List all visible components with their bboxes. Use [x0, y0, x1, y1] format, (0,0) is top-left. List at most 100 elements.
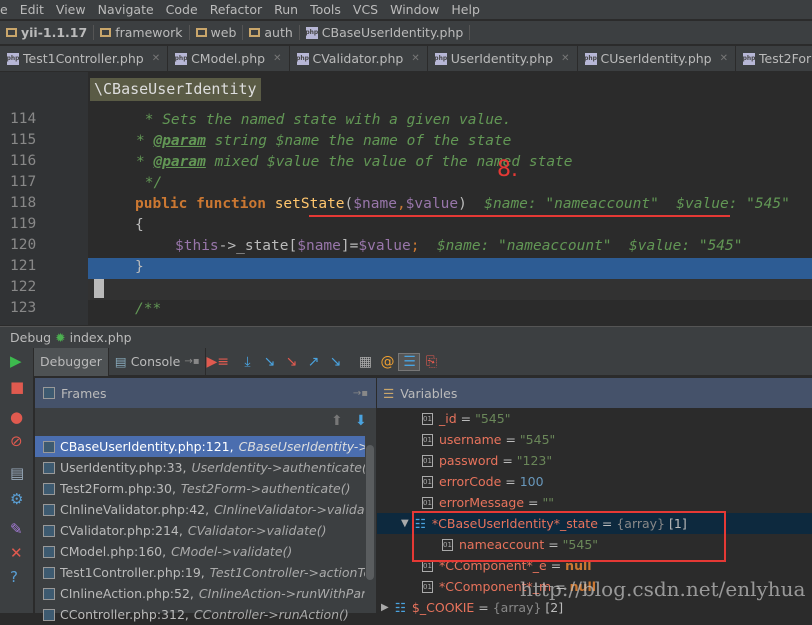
php-file-icon: php	[305, 26, 318, 39]
breadcrumb-label: web	[210, 25, 237, 40]
breadcrumb-auth[interactable]: auth	[243, 25, 300, 40]
menu-tools[interactable]: Tools	[310, 2, 341, 17]
previous-frame-icon[interactable]: ⬆	[331, 413, 343, 429]
editor-tabs: php Test1Controller.php ✕ php CModel.php ✕ p…	[0, 46, 812, 72]
code-text: ->_state[	[218, 238, 298, 254]
run-config-name: index.php	[69, 330, 132, 345]
comment-text: */	[136, 175, 163, 191]
step-out-icon[interactable]: ↗	[302, 354, 324, 370]
menu-navigate[interactable]: Navigate	[98, 2, 154, 17]
context-breadcrumb: \CBaseUserIdentity	[90, 78, 261, 101]
step-over-icon[interactable]: ⤓	[236, 354, 258, 370]
close-icon[interactable]: ✕	[10, 544, 23, 562]
frame-row[interactable]: Test2Form.php:30, Test2Form->authenticate…	[35, 478, 365, 499]
step-into-icon[interactable]: ↘	[258, 354, 280, 370]
frame-file: CValidator.php:214,	[60, 523, 183, 538]
menu-view[interactable]: View	[56, 2, 86, 17]
collapse-arrow-icon[interactable]: ▼	[401, 518, 409, 529]
line-number: 114	[10, 111, 37, 127]
frame-row[interactable]: CController.php:312, CController->runActi…	[35, 604, 365, 625]
help-icon[interactable]: ?	[10, 568, 18, 586]
variables-title: Variables	[400, 385, 458, 401]
expand-arrow-icon[interactable]: ▶	[381, 602, 389, 613]
pin-tab-icon[interactable]: →▪	[184, 356, 199, 367]
force-step-into-icon[interactable]: ↘	[280, 354, 302, 370]
var-name: errorMessage	[439, 495, 525, 510]
frame-file: CBaseUserIdentity.php:121,	[60, 439, 234, 454]
tab-debugger[interactable]: Debugger	[34, 347, 109, 376]
pin-icon[interactable]: ✎	[10, 520, 23, 538]
frame-method: CInlineValidator->validateAttribute()	[214, 502, 365, 517]
tab-useridentity[interactable]: php UserIdentity.php ✕	[428, 46, 578, 71]
frame-row[interactable]: CInlineAction.php:52, CInlineAction->runW…	[35, 583, 365, 604]
frame-row[interactable]: UserIdentity.php:33, UserIdentity->authen…	[35, 457, 365, 478]
breadcrumb-web[interactable]: web	[190, 25, 244, 40]
frame-row[interactable]: CValidator.php:214, CValidator->validate(…	[35, 520, 365, 541]
menu-refactor[interactable]: Refactor	[210, 2, 262, 17]
frames-scrollbar[interactable]	[366, 445, 374, 580]
tab-cvalidator[interactable]: php CValidator.php ✕	[290, 46, 428, 71]
evaluate-expression-icon[interactable]: ▦	[354, 354, 376, 370]
watch-icon[interactable]: @	[376, 354, 398, 370]
show-values-inline-icon[interactable]: ☰	[398, 352, 421, 371]
resume-icon[interactable]: ▶	[10, 352, 22, 370]
comma: ,	[396, 196, 406, 212]
stop-icon[interactable]: ■	[10, 378, 24, 396]
brace: {	[135, 217, 144, 233]
menu-code[interactable]: Code	[166, 2, 198, 17]
menu-window[interactable]: Window	[390, 2, 439, 17]
bug-icon: ✹	[55, 330, 66, 345]
menu-bar: e Edit View Navigate Code Refactor Run T…	[0, 0, 812, 20]
frame-row[interactable]: CModel.php:160, CModel->validate()	[35, 541, 365, 562]
equals: =	[498, 453, 517, 468]
close-icon[interactable]: ✕	[152, 53, 160, 64]
variable-row[interactable]: 01 username = "545"	[377, 429, 812, 450]
settings-icon[interactable]: ⚙	[10, 490, 23, 508]
inline-debug-hint: $name: "nameaccount" $value: "545"	[466, 196, 790, 212]
next-frame-icon[interactable]: ⬇	[355, 413, 367, 429]
variables-panel-header: ☰ Variables	[377, 378, 812, 408]
code-line-115: * @param string $name the name of the st…	[88, 131, 812, 152]
menu-edit[interactable]: Edit	[20, 2, 44, 17]
tab-test1controller[interactable]: php Test1Controller.php ✕	[0, 46, 169, 71]
tab-cuseridentity[interactable]: php CUserIdentity.php ✕	[578, 46, 736, 71]
close-icon[interactable]: ✕	[561, 53, 569, 64]
frame-row[interactable]: CBaseUserIdentity.php:121, CBaseUserIdent…	[35, 436, 365, 457]
tab-label: UserIdentity.php	[450, 51, 554, 66]
frame-row[interactable]: Test1Controller.php:19, Test1Controller->…	[35, 562, 365, 583]
frames-icon	[43, 387, 55, 399]
breadcrumb-project[interactable]: yii-1.1.17	[0, 25, 95, 40]
php-file-icon: php	[296, 52, 309, 65]
watermark: http://blog.csdn.net/enlyhua	[520, 577, 806, 601]
restore-layout-icon[interactable]: ⎘	[420, 354, 442, 370]
breadcrumb-file[interactable]: php CBaseUserIdentity.php	[300, 25, 471, 40]
variable-row[interactable]: 01 errorMessage = ""	[377, 492, 812, 513]
pin-icon[interactable]: →▪	[353, 388, 368, 399]
tab-label: CValidator.php	[312, 51, 404, 66]
menu-run[interactable]: Run	[274, 2, 298, 17]
tab-console[interactable]: ▤ Console →▪	[109, 347, 207, 376]
tab-cmodel[interactable]: php CModel.php ✕	[168, 46, 290, 71]
mute-breakpoints-icon[interactable]: ⊘	[10, 432, 23, 450]
frame-row[interactable]: CInlineValidator.php:42, CInlineValidator…	[35, 499, 365, 520]
menu-vcs[interactable]: VCS	[353, 2, 378, 17]
layout-icon[interactable]: ▤	[10, 464, 24, 482]
variable-row[interactable]: 01 errorCode = 100	[377, 471, 812, 492]
tab-test2form[interactable]: php Test2Form	[736, 46, 812, 71]
breadcrumb-framework[interactable]: framework	[94, 25, 190, 40]
variable-row[interactable]: 01 _id = "545"	[377, 408, 812, 429]
tab-label: Debugger	[40, 354, 102, 369]
field-icon: 01	[422, 433, 433, 446]
show-execution-point-icon[interactable]: ▶≡	[206, 354, 229, 370]
close-icon[interactable]: ✕	[273, 53, 281, 64]
close-icon[interactable]: ✕	[411, 53, 419, 64]
code-editor[interactable]: \CBaseUserIdentity 114 115 116 117 118 1…	[0, 72, 812, 325]
close-icon[interactable]: ✕	[720, 53, 728, 64]
var-value: 100	[519, 474, 544, 489]
menu-help[interactable]: Help	[451, 2, 480, 17]
menu-file[interactable]: e	[0, 2, 8, 17]
variable-row[interactable]: 01 password = "123"	[377, 450, 812, 471]
view-breakpoints-icon[interactable]: ●	[10, 408, 23, 426]
annotation-highlight-box	[412, 511, 726, 562]
run-to-cursor-icon[interactable]: ↘	[324, 354, 346, 370]
